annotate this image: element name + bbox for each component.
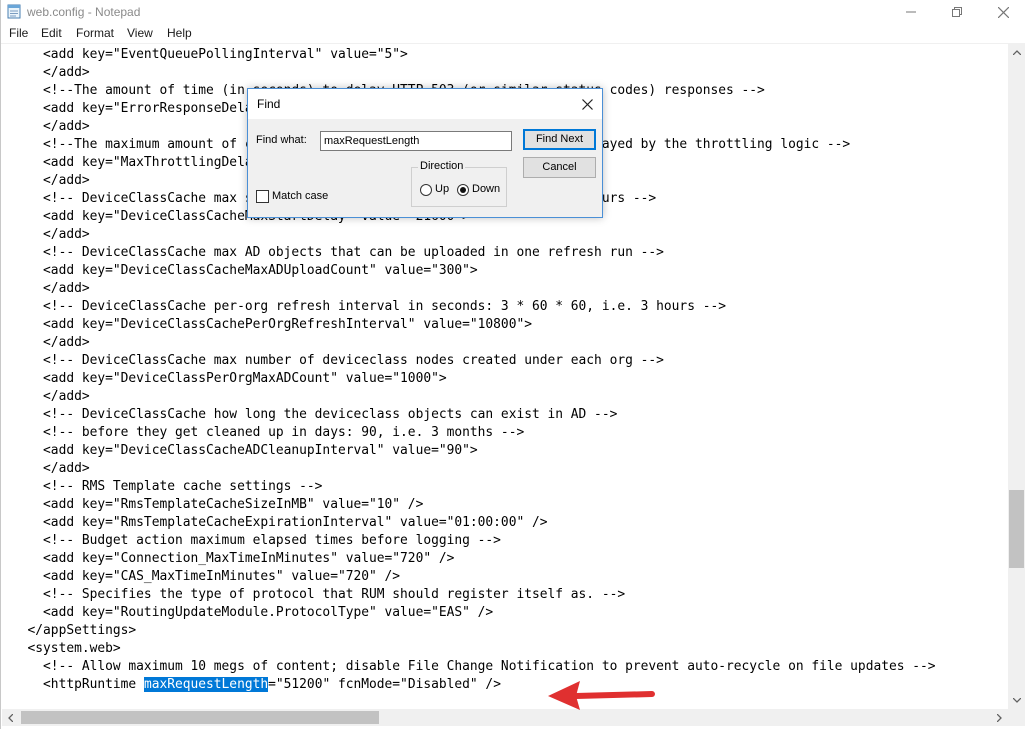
code-text: <httpRuntime [12,677,144,692]
chevron-down-icon [1012,698,1021,703]
code-line: </add> [12,65,90,80]
match-case-label[interactable]: Match case [272,190,328,202]
find-dialog-title: Find [257,97,281,111]
menu-edit[interactable]: Edit [41,26,62,40]
chevron-right-icon [997,713,1002,722]
code-line: <add key="EventQueuePollingInterval" val… [12,47,408,62]
menu-format[interactable]: Format [76,26,114,40]
code-line: <add key="DeviceClassCachePerOrgRefreshI… [12,317,532,332]
find-dialog-close-button[interactable] [578,95,596,113]
code-line: <system.web> [12,641,121,656]
code-line: <!-- Budget action maximum elapsed times… [12,533,501,548]
vertical-scroll-thumb[interactable] [1009,490,1024,568]
scroll-right-button[interactable] [991,709,1008,726]
horizontal-scroll-thumb[interactable] [21,711,379,724]
scroll-down-button[interactable] [1008,692,1025,709]
code-line: <!-- DeviceClassCache how long the devic… [12,407,618,422]
code-line: <!-- DeviceClassCache max number of devi… [12,353,664,368]
menu-help[interactable]: Help [167,26,192,40]
menu-bar: File Edit Format View Help [1,24,1025,44]
code-line-httpruntime: <httpRuntime maxRequestLength="51200" fc… [12,676,501,694]
code-line: </add> [12,389,90,404]
code-line: </add> [12,227,90,242]
minimize-button[interactable] [888,0,934,24]
code-line: <!-- RMS Template cache settings --> [12,479,323,494]
find-dialog: Find Find what: Find Next Cancel Directi… [247,88,603,218]
title-bar[interactable]: web.config - Notepad [1,0,1025,24]
code-line: </add> [12,335,90,350]
direction-group: Direction Up Down [411,160,507,207]
chevron-left-icon [8,713,13,722]
code-line: </add> [12,173,90,188]
notepad-icon [7,4,21,19]
code-line: </add> [12,461,90,476]
horizontal-scrollbar[interactable] [2,709,1008,726]
code-text: ="51200" fcnMode="Disabled" /> [268,677,501,692]
window-title: web.config - Notepad [27,5,141,19]
menu-file[interactable]: File [9,26,28,40]
direction-up-radio[interactable] [420,184,432,196]
find-next-button[interactable]: Find Next [523,129,596,150]
find-what-input[interactable] [320,131,512,151]
code-line: <!-- DeviceClassCache max AD objects tha… [12,245,664,260]
cancel-button[interactable]: Cancel [523,157,596,178]
selected-text: maxRequestLength [143,677,269,692]
chevron-up-icon [1012,50,1021,55]
red-arrow-annotation [548,681,655,710]
code-line: <add key="Connection_MaxTimeInMinutes" v… [12,551,455,566]
close-icon [581,98,593,110]
code-line: </appSettings> [12,623,137,638]
code-line: <add key="RmsTemplateCacheSizeInMB" valu… [12,497,424,512]
maximize-button[interactable] [934,0,980,24]
menu-view[interactable]: View [127,26,153,40]
code-line: <!-- before they get cleaned up in days:… [12,425,525,440]
scroll-up-button[interactable] [1008,44,1025,61]
close-button[interactable] [980,0,1025,24]
vertical-scrollbar[interactable] [1008,44,1025,709]
code-line: <add key="RoutingUpdateModule.ProtocolTy… [12,605,494,620]
close-icon [997,6,1009,18]
direction-down-radio[interactable] [457,184,469,196]
restore-icon [952,7,962,17]
code-line: <!-- DeviceClassCache per-org refresh in… [12,299,726,314]
find-dialog-titlebar[interactable]: Find [248,89,602,119]
direction-label: Direction [418,160,466,172]
direction-down-label[interactable]: Down [472,183,500,195]
scrollbar-corner [1008,709,1025,726]
code-line: <add key="DeviceClassPerOrgMaxADCount" v… [12,371,447,386]
find-what-label: Find what: [256,134,307,146]
code-line: <add key="CAS_MaxTimeInMinutes" value="7… [12,569,401,584]
code-line: <add key="DeviceClassCacheMaxADUploadCou… [12,263,478,278]
match-case-checkbox[interactable] [256,190,269,203]
code-line: <add key="RmsTemplateCacheExpirationInte… [12,515,548,530]
code-line: </add> [12,119,90,134]
code-line: <add key="DeviceClassCacheADCleanupInter… [12,443,478,458]
code-line: <!-- Allow maximum 10 megs of content; d… [12,659,936,674]
code-line: </add> [12,281,90,296]
minimize-icon [906,11,916,13]
scroll-left-button[interactable] [2,709,19,726]
direction-up-label[interactable]: Up [435,183,449,195]
code-line: <!-- Specifies the type of protocol that… [12,587,626,602]
